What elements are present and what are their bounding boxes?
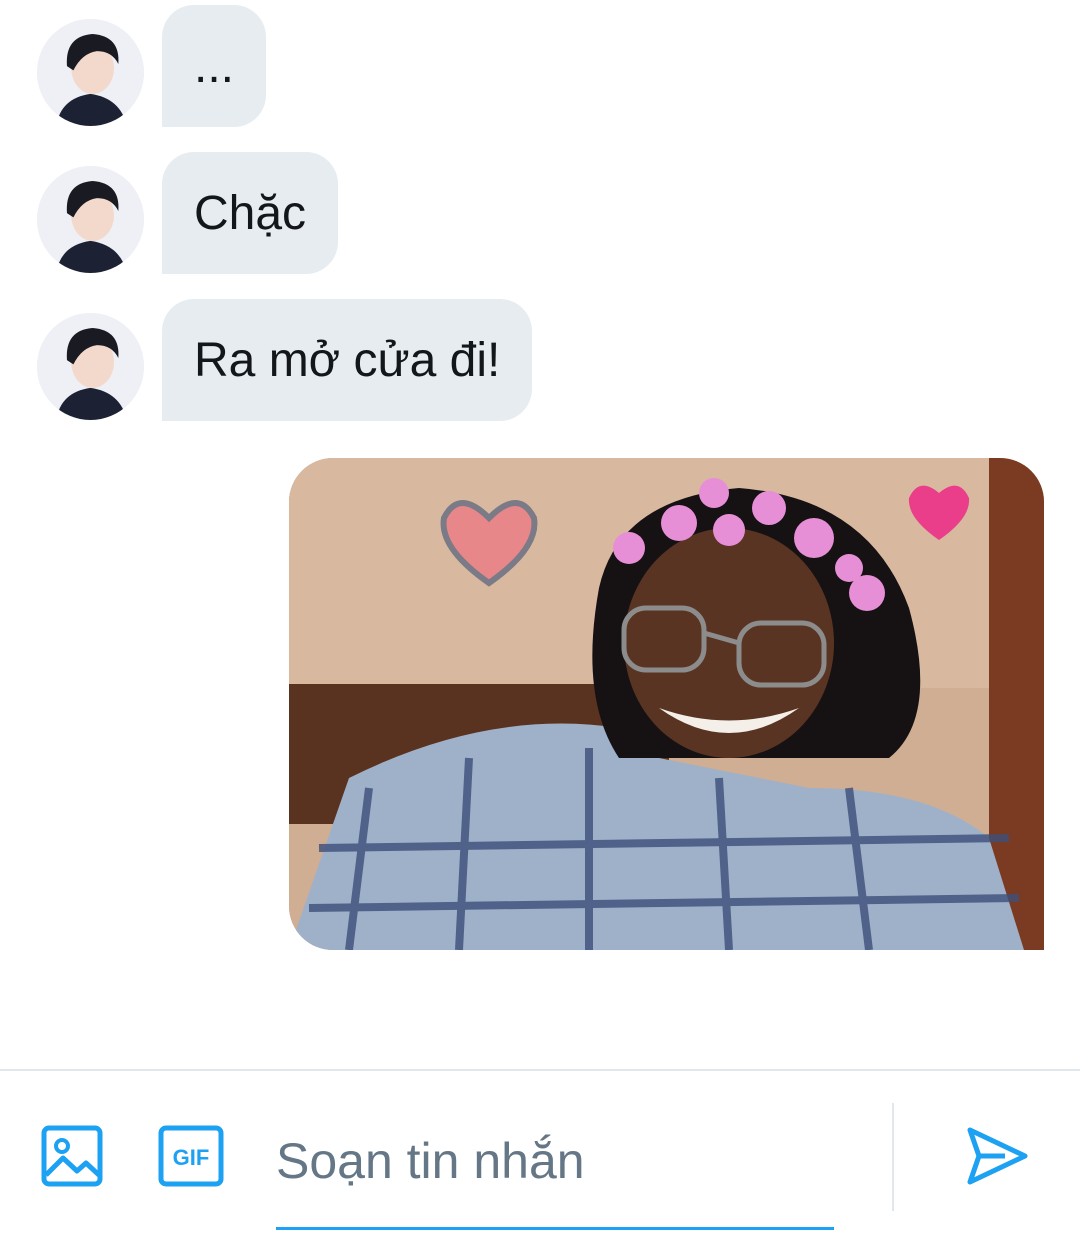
avatar-image bbox=[37, 313, 144, 420]
dm-conversation-screen: ... Chặc Ra mở cửa đi! GIF Soạn tin nhắn bbox=[0, 0, 1080, 1243]
avatar[interactable] bbox=[37, 166, 144, 273]
compose-bar: GIF bbox=[0, 1071, 1080, 1243]
photo-message[interactable] bbox=[289, 458, 1044, 950]
send-icon bbox=[967, 1127, 1028, 1185]
message-bubble[interactable]: ... bbox=[162, 5, 267, 127]
avatar[interactable] bbox=[37, 313, 144, 420]
message-bubble[interactable]: Ra mở cửa đi! bbox=[162, 299, 533, 421]
message-bubble[interactable]: Chặc bbox=[162, 152, 339, 274]
photo-image bbox=[289, 458, 1044, 950]
image-button[interactable] bbox=[39, 1123, 105, 1189]
message-text: Ra mở cửa đi! bbox=[194, 333, 501, 387]
compose-separator bbox=[892, 1103, 894, 1211]
message-compose bbox=[276, 1111, 834, 1231]
input-underline bbox=[276, 1227, 834, 1230]
send-button[interactable] bbox=[962, 1121, 1032, 1191]
message-input[interactable] bbox=[276, 1121, 834, 1201]
gif-label: GIF bbox=[173, 1145, 210, 1170]
gif-button[interactable]: GIF bbox=[158, 1123, 224, 1189]
gif-icon: GIF bbox=[158, 1125, 224, 1187]
message-text: Chặc bbox=[194, 186, 307, 240]
message-text: ... bbox=[194, 39, 235, 93]
avatar[interactable] bbox=[37, 19, 144, 126]
image-icon bbox=[41, 1125, 103, 1187]
avatar-image bbox=[37, 166, 144, 273]
avatar-image bbox=[37, 19, 144, 126]
